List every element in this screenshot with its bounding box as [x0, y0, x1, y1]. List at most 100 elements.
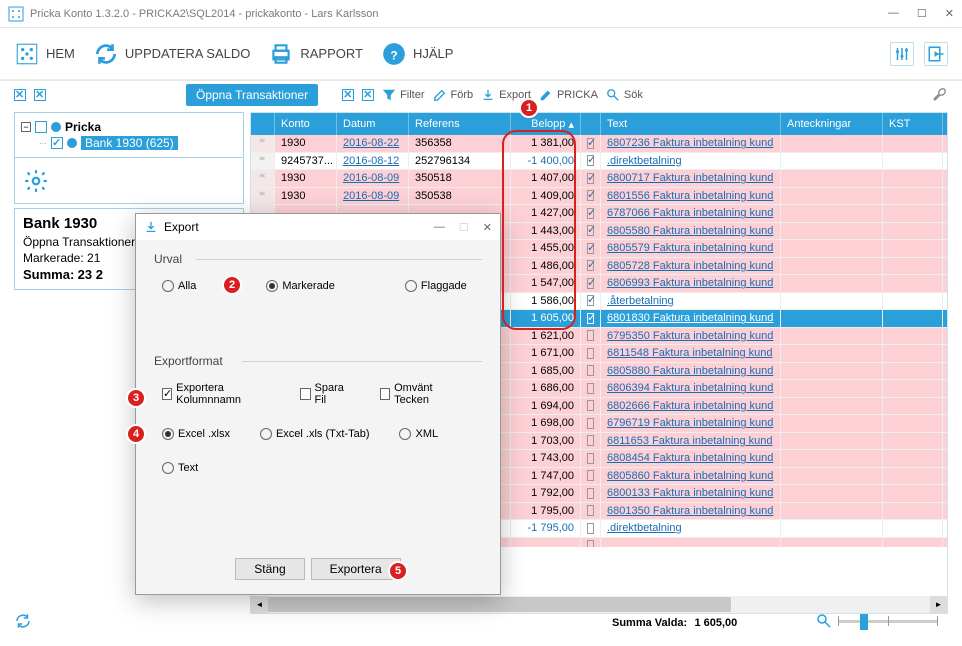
- minimize-icon[interactable]: —: [888, 7, 899, 20]
- tree-root-check[interactable]: [35, 121, 47, 133]
- row-checkbox[interactable]: [587, 540, 594, 547]
- text-link[interactable]: 6800717 Faktura inbetalning kund: [607, 172, 773, 184]
- text-link[interactable]: 6796719 Faktura inbetalning kund: [607, 417, 773, 429]
- row-checkbox[interactable]: [587, 330, 594, 341]
- oppna-transaktioner-pill[interactable]: Öppna Transaktioner: [186, 84, 318, 106]
- slider-thumb[interactable]: [860, 614, 868, 630]
- sliders-icon[interactable]: [890, 42, 914, 66]
- table-row[interactable]: 19302016-08-093505381 409,006801556 Fakt…: [251, 188, 947, 206]
- filter-button[interactable]: Filter: [382, 88, 424, 102]
- text-link[interactable]: 6807236 Faktura inbetalning kund: [607, 137, 773, 149]
- row-checkbox[interactable]: [587, 435, 594, 446]
- pricka-button[interactable]: PRICKA: [539, 88, 598, 102]
- text-link[interactable]: 6806394 Faktura inbetalning kund: [607, 382, 773, 394]
- dialog-maximize-icon[interactable]: ☐: [459, 221, 469, 234]
- row-checkbox[interactable]: [587, 400, 594, 411]
- col-check[interactable]: [581, 113, 601, 135]
- settings-gear[interactable]: [15, 157, 243, 203]
- text-link[interactable]: 6806993 Faktura inbetalning kund: [607, 277, 773, 289]
- radio-text[interactable]: Text: [162, 462, 198, 474]
- text-link[interactable]: 6802666 Faktura inbetalning kund: [607, 400, 773, 412]
- row-checkbox[interactable]: [587, 208, 594, 219]
- row-checkbox[interactable]: [587, 243, 594, 254]
- tree-child[interactable]: ⋯ Bank 1930 (625): [21, 135, 237, 151]
- dialog-minimize-icon[interactable]: —: [434, 221, 445, 234]
- wrench-icon[interactable]: [932, 87, 948, 103]
- col-referens[interactable]: Referens: [409, 113, 511, 135]
- maximize-icon[interactable]: ☐: [917, 7, 927, 20]
- close-icon[interactable]: ✕: [945, 7, 954, 20]
- row-checkbox[interactable]: [587, 295, 594, 306]
- radio-markerade[interactable]: Markerade: [266, 280, 335, 292]
- row-checkbox[interactable]: [587, 260, 594, 271]
- row-checkbox[interactable]: [587, 348, 594, 359]
- subbar-check-mid-2[interactable]: [362, 89, 374, 101]
- text-link[interactable]: 6805728 Faktura inbetalning kund: [607, 260, 773, 272]
- forb-button[interactable]: Förb: [433, 88, 474, 102]
- zoom-slider[interactable]: [838, 620, 938, 623]
- row-checkbox[interactable]: [587, 138, 594, 149]
- col-text[interactable]: Text: [601, 113, 781, 135]
- date-link[interactable]: 2016-08-22: [343, 137, 399, 149]
- row-checkbox[interactable]: [587, 505, 594, 516]
- check-omvant[interactable]: Omvänt Tecken: [380, 382, 456, 406]
- row-checkbox[interactable]: [587, 453, 594, 464]
- row-checkbox[interactable]: [587, 278, 594, 289]
- text-link[interactable]: 6801556 Faktura inbetalning kund: [607, 190, 773, 202]
- col-marker[interactable]: [251, 113, 275, 135]
- tree-root[interactable]: − Pricka: [21, 119, 237, 135]
- text-link[interactable]: 6805880 Faktura inbetalning kund: [607, 365, 773, 377]
- date-link[interactable]: 2016-08-12: [343, 155, 399, 167]
- dialog-titlebar[interactable]: Export — ☐ ✕: [136, 214, 500, 240]
- radio-alla[interactable]: Alla: [162, 280, 196, 292]
- subbar-check-left-1[interactable]: [14, 89, 26, 101]
- row-checkbox[interactable]: [587, 225, 594, 236]
- text-link[interactable]: .direktbetalning: [607, 522, 682, 534]
- radio-xml[interactable]: XML: [399, 428, 438, 440]
- col-kst[interactable]: KST: [883, 113, 943, 135]
- row-checkbox[interactable]: [587, 488, 594, 499]
- text-link[interactable]: 6805580 Faktura inbetalning kund: [607, 225, 773, 237]
- sok-button[interactable]: Sök: [606, 88, 643, 102]
- row-checkbox[interactable]: [587, 418, 594, 429]
- row-checkbox[interactable]: [587, 190, 594, 201]
- col-konto[interactable]: Konto: [275, 113, 337, 135]
- check-spara-fil[interactable]: Spara Fil: [300, 382, 350, 406]
- table-row[interactable]: 9245737...2016-08-12252796134-1 400,00.d…: [251, 153, 947, 171]
- col-anteckningar[interactable]: Anteckningar: [781, 113, 883, 135]
- exit-icon[interactable]: [924, 42, 948, 66]
- text-link[interactable]: .direktbetalning: [607, 155, 682, 167]
- subbar-check-left-2[interactable]: [34, 89, 46, 101]
- text-link[interactable]: 6805860 Faktura inbetalning kund: [607, 470, 773, 482]
- radio-flaggade[interactable]: Flaggade: [405, 280, 467, 292]
- text-link[interactable]: 6795350 Faktura inbetalning kund: [607, 330, 773, 342]
- text-link[interactable]: 6808454 Faktura inbetalning kund: [607, 452, 773, 464]
- row-checkbox[interactable]: [587, 155, 594, 166]
- rapport-button[interactable]: RAPPORT: [268, 41, 363, 67]
- row-checkbox[interactable]: [587, 383, 594, 394]
- text-link[interactable]: 6801830 Faktura inbetalning kund: [607, 312, 773, 324]
- date-link[interactable]: 2016-08-09: [343, 172, 399, 184]
- row-checkbox[interactable]: [587, 523, 594, 534]
- footer-refresh-icon[interactable]: [14, 612, 32, 630]
- row-checkbox[interactable]: [587, 470, 594, 481]
- row-checkbox[interactable]: [587, 313, 594, 324]
- col-datum[interactable]: Datum: [337, 113, 409, 135]
- table-row[interactable]: 19302016-08-223563581 381,006807236 Fakt…: [251, 135, 947, 153]
- col-belopp[interactable]: Belopp ▴: [511, 113, 581, 135]
- row-checkbox[interactable]: [587, 173, 594, 184]
- dialog-close-icon[interactable]: ✕: [483, 221, 492, 234]
- text-link[interactable]: 6801350 Faktura inbetalning kund: [607, 505, 773, 517]
- table-row[interactable]: 19302016-08-093505181 407,006800717 Fakt…: [251, 170, 947, 188]
- tree-child-check[interactable]: [51, 137, 63, 149]
- subbar-check-mid-1[interactable]: [342, 89, 354, 101]
- text-link[interactable]: .återbetalning: [607, 295, 674, 307]
- uppdatera-button[interactable]: UPPDATERA SALDO: [93, 41, 250, 67]
- zoom-control[interactable]: [816, 613, 938, 629]
- text-link[interactable]: 6811653 Faktura inbetalning kund: [607, 435, 773, 447]
- text-link[interactable]: 6805579 Faktura inbetalning kund: [607, 242, 773, 254]
- hem-button[interactable]: HEM: [14, 41, 75, 67]
- collapse-icon[interactable]: −: [21, 122, 31, 132]
- text-link[interactable]: 6800133 Faktura inbetalning kund: [607, 487, 773, 499]
- stang-button[interactable]: Stäng: [235, 558, 304, 580]
